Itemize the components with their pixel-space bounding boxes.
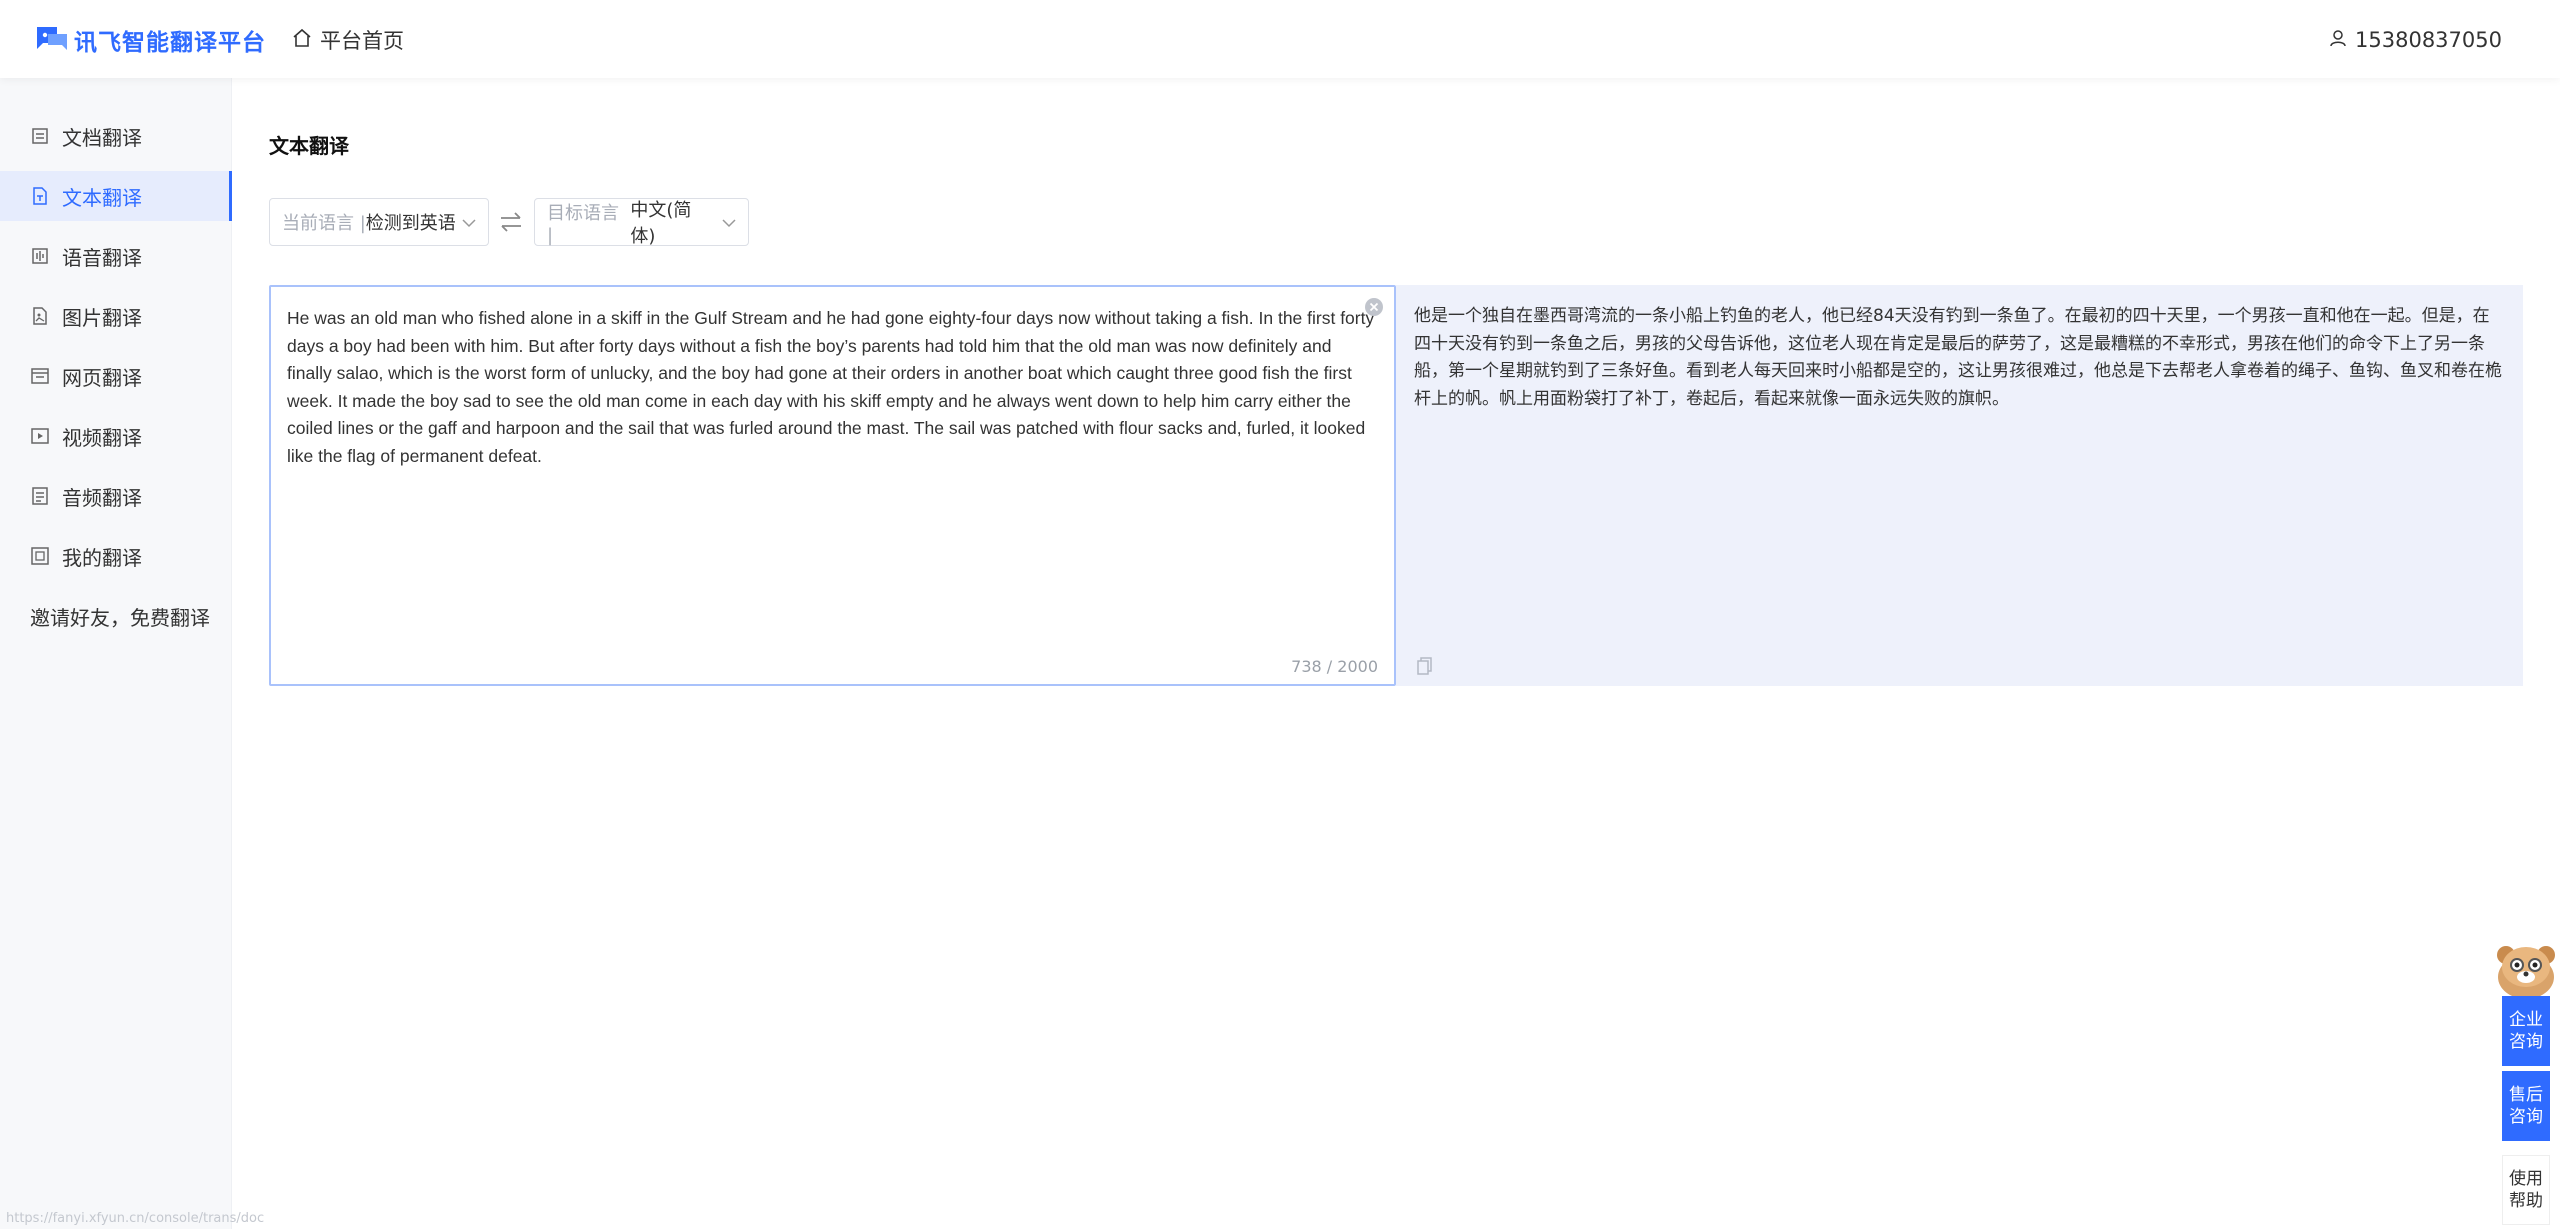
character-counter: 738 / 2000: [1291, 657, 1378, 676]
target-language-value: 中文(简体): [630, 200, 692, 247]
sidebar-item-label: 图片翻译: [62, 305, 142, 330]
top-header: 讯飞智能翻译平台 平台首页 15380837050: [0, 0, 2560, 78]
translation-result-area: 他是一个独自在墨西哥湾流的一条小船上钓鱼的老人，他已经84天没有钓到一条鱼了。在…: [1396, 285, 2523, 686]
sidebar: 文档翻译 文本翻译 语音翻译 图片翻译 网页翻译 视频翻译 音频翻译 我的翻译 …: [0, 78, 232, 1229]
sidebar-item-label: 网页翻译: [62, 365, 142, 390]
sidebar-item-my-translations[interactable]: 我的翻译: [0, 531, 232, 581]
sidebar-item-label: 邀请好友，免费翻译: [30, 605, 210, 630]
brand-name: 讯飞智能翻译平台: [74, 29, 266, 56]
home-link[interactable]: 平台首页: [292, 25, 404, 55]
user-account[interactable]: 15380837050: [2329, 25, 2502, 55]
user-icon: [2329, 28, 2355, 52]
page-title: 文本翻译: [269, 134, 349, 158]
source-language-value: 检测到英语: [365, 213, 456, 234]
clear-icon[interactable]: [1364, 297, 1384, 317]
sidebar-item-text-translation[interactable]: 文本翻译: [0, 171, 232, 221]
mascot-icon[interactable]: [2492, 937, 2560, 1001]
document-icon: [30, 126, 50, 146]
my-translations-icon: [30, 546, 50, 566]
sidebar-item-image-translation[interactable]: 图片翻译: [0, 291, 232, 341]
sidebar-item-label: 我的翻译: [62, 545, 142, 570]
sidebar-item-video-translation[interactable]: 视频翻译: [0, 411, 232, 461]
sidebar-item-voice-translation[interactable]: 语音翻译: [0, 231, 232, 281]
sidebar-item-label: 音频翻译: [62, 485, 142, 510]
logo-icon: [34, 22, 70, 58]
chevron-down-icon: [722, 212, 736, 233]
source-text-area[interactable]: He was an old man who fished alone in a …: [269, 285, 1396, 686]
video-icon: [30, 426, 50, 446]
target-language-prefix: 目标语言 |: [547, 202, 619, 246]
text-file-icon: [30, 186, 50, 206]
home-link-label: 平台首页: [320, 29, 404, 53]
target-language-select[interactable]: 目标语言 | 中文(简体): [534, 198, 749, 247]
voice-icon: [30, 246, 50, 266]
sidebar-item-label: 视频翻译: [62, 425, 142, 450]
image-icon: [30, 306, 50, 326]
source-text[interactable]: He was an old man who fished alone in a …: [287, 305, 1377, 470]
source-language-prefix: 当前语言 |: [282, 213, 366, 234]
brand-logo[interactable]: 讯飞智能翻译平台: [34, 22, 266, 58]
after-sales-consult-button[interactable]: 售后咨询: [2502, 1071, 2550, 1141]
source-language-select[interactable]: 当前语言 | 检测到英语: [269, 198, 489, 246]
user-phone: 15380837050: [2355, 28, 2502, 52]
sidebar-item-document-translation[interactable]: 文档翻译: [0, 111, 232, 161]
sidebar-item-label: 文本翻译: [62, 185, 142, 210]
translated-text: 他是一个独自在墨西哥湾流的一条小船上钓鱼的老人，他已经84天没有钓到一条鱼了。在…: [1414, 306, 2502, 409]
home-icon: [292, 28, 320, 53]
chevron-down-icon: [462, 212, 476, 233]
audio-icon: [30, 486, 50, 506]
enterprise-consult-button[interactable]: 企业咨询: [2502, 996, 2550, 1066]
copy-icon[interactable]: [1416, 656, 1434, 676]
sidebar-item-webpage-translation[interactable]: 网页翻译: [0, 351, 232, 401]
sidebar-item-label: 文档翻译: [62, 125, 142, 150]
swap-languages-icon[interactable]: [498, 209, 524, 235]
sidebar-item-label: 语音翻译: [62, 245, 142, 270]
help-button[interactable]: 使用帮助: [2502, 1155, 2550, 1225]
webpage-icon: [30, 366, 50, 386]
status-bar-url: https://fanyi.xfyun.cn/console/trans/doc: [6, 1211, 265, 1226]
sidebar-item-audio-translation[interactable]: 音频翻译: [0, 471, 232, 521]
sidebar-item-invite-friends[interactable]: 邀请好友，免费翻译: [0, 591, 232, 641]
